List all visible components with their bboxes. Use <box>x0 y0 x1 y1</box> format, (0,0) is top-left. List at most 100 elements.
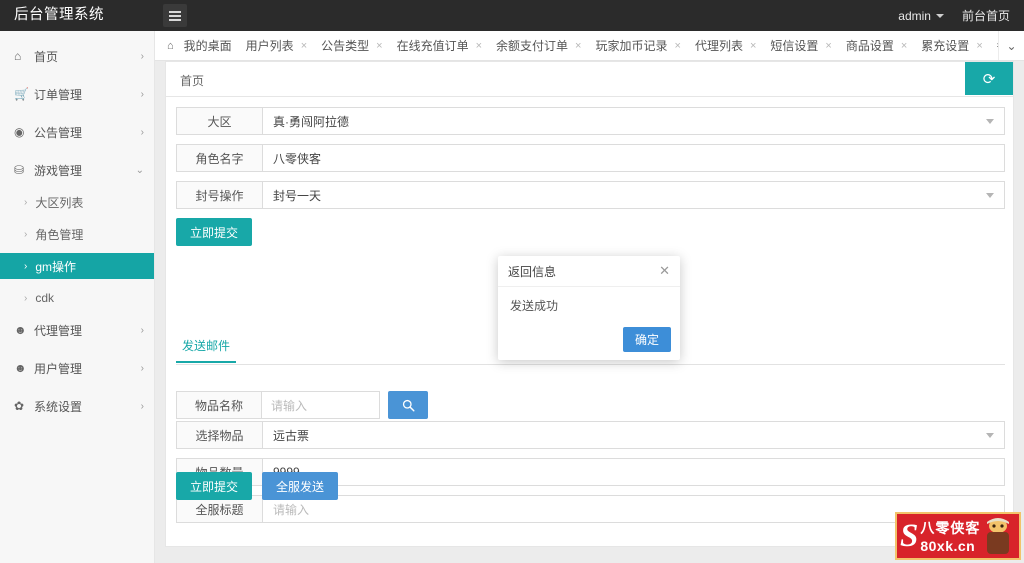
tab-product-settings[interactable]: 商品设置 × <box>839 31 914 60</box>
chevron-right-icon: › <box>140 362 144 374</box>
select-item-select[interactable]: 远古票 <box>263 422 1004 448</box>
tab-sms-settings[interactable]: 短信设置 × <box>763 31 838 60</box>
role-name-input[interactable]: 八零侠客 <box>263 145 1004 171</box>
admin-menu[interactable]: admin <box>890 9 952 23</box>
item-name-input[interactable]: 请输入 <box>262 391 380 419</box>
tab-notice-type[interactable]: 公告类型 × <box>314 31 389 60</box>
tab-label: 代理列表 <box>694 39 743 53</box>
chevron-down-icon <box>935 13 944 18</box>
close-icon[interactable]: × <box>825 40 831 52</box>
tab-send-mail[interactable]: 发送邮件 <box>176 337 237 363</box>
tab-cumulative-recharge-settings[interactable]: 累充设置 × <box>914 31 989 60</box>
tab-balance-payment-order[interactable]: 余额支付订单 × <box>489 31 588 60</box>
breadcrumb: 首页 <box>180 74 205 88</box>
dialog-confirm-button[interactable]: 确定 <box>622 327 671 352</box>
close-icon[interactable]: × <box>301 40 307 52</box>
sidebar-item-label: 订单管理 <box>34 87 83 102</box>
ban-operation-label: 封号操作 <box>177 182 263 208</box>
tab-my-desktop[interactable]: 我的桌面 <box>177 31 239 60</box>
chevron-right-icon: › <box>140 126 144 138</box>
ban-operation-row[interactable]: 封号操作 封号一天 <box>176 181 1005 209</box>
user-icon: ☻ <box>14 323 27 337</box>
chevron-right-icon: › <box>140 88 144 100</box>
dialog-title: 返回信息 <box>508 264 557 279</box>
region-select[interactable]: 真·勇闯阿拉德 <box>263 108 1004 134</box>
sidebar-item-label: 系统设置 <box>34 399 83 414</box>
select-item-value: 远古票 <box>273 428 310 443</box>
tab-scroll-right-button[interactable]: ⌄ <box>998 31 1024 60</box>
tab-user-list[interactable]: 用户列表 × <box>239 31 314 60</box>
select-item-label: 选择物品 <box>177 422 263 448</box>
mascot-icon <box>987 518 1009 554</box>
tab-label: 在线充值订单 <box>396 39 469 53</box>
mail-button-row: 立即提交 全服发送 <box>176 472 339 500</box>
dialog-footer: 确定 <box>622 327 671 352</box>
cart-icon: 🛒 <box>14 87 29 101</box>
close-icon[interactable]: × <box>376 40 382 52</box>
mail-submit-button[interactable]: 立即提交 <box>176 472 253 500</box>
home-icon: ⌂ <box>167 39 174 52</box>
tab-agent-list[interactable]: 代理列表 × <box>688 31 763 60</box>
chevron-right-icon: › <box>140 400 144 412</box>
close-icon[interactable]: × <box>476 40 482 52</box>
item-name-label: 物品名称 <box>176 391 262 419</box>
hamburger-icon[interactable] <box>163 4 187 27</box>
ban-operation-value: 封号一天 <box>273 188 322 203</box>
sidebar-item-user[interactable]: ☻ 用户管理 › <box>0 355 154 381</box>
sidebar-item-system[interactable]: ✿ 系统设置 › <box>0 393 154 419</box>
site-watermark: S 八零侠客 80xk.cn <box>895 512 1021 560</box>
sidebar-item-game[interactable]: ⛁ 游戏管理 ⌄ <box>0 157 154 183</box>
server-title-input[interactable]: 请输入 <box>263 496 1004 522</box>
dialog-message: 发送成功 <box>510 299 559 313</box>
item-count-input[interactable]: 9999 <box>263 459 1004 485</box>
topbar-right: admin 前台首页 <box>890 0 1024 31</box>
sidebar-subitem-role-manage[interactable]: › 角色管理 <box>0 221 154 247</box>
sidebar-item-label: 游戏管理 <box>34 163 83 178</box>
chevron-right-icon: › <box>24 196 28 208</box>
search-icon[interactable] <box>388 391 428 419</box>
gear-icon: ✿ <box>14 399 25 413</box>
role-name-label: 角色名字 <box>177 145 263 171</box>
watermark-line1: 八零侠客 <box>920 520 981 536</box>
sidebar: ⌂ 首页 › 🛒 订单管理 › ◉ 公告管理 › ⛁ 游戏管理 ⌄ › 大区列表… <box>0 31 155 563</box>
tab-label: 商品设置 <box>845 39 894 53</box>
sidebar-subitem-gm[interactable]: › gm操作 <box>0 253 154 279</box>
sidebar-subitem-region-list[interactable]: › 大区列表 <box>0 189 154 215</box>
breadcrumb-bar: 首页 ⟳ <box>165 61 1014 96</box>
select-item-row[interactable]: 选择物品 远古票 <box>176 421 1005 449</box>
admin-label: admin <box>898 8 931 23</box>
watermark-mark: S <box>900 517 919 554</box>
ban-operation-select[interactable]: 封号一天 <box>263 182 1004 208</box>
sidebar-subitem-label: 角色管理 <box>35 227 84 242</box>
sidebar-item-home[interactable]: ⌂ 首页 › <box>0 43 154 69</box>
sidebar-item-notice[interactable]: ◉ 公告管理 › <box>0 119 154 145</box>
app-root: 后台管理系统 admin 前台首页 ⌂ 首页 › 🛒 订单管理 › ◉ 公告管理… <box>0 0 1024 563</box>
sidebar-item-orders[interactable]: 🛒 订单管理 › <box>0 81 154 107</box>
watermark-line2: 80xk.cn <box>920 538 976 554</box>
close-icon[interactable]: × <box>575 40 581 52</box>
home-icon: ⌂ <box>14 49 22 63</box>
sidebar-item-agent[interactable]: ☻ 代理管理 › <box>0 317 154 343</box>
chevron-right-icon: › <box>140 324 144 336</box>
tab-online-recharge-order[interactable]: 在线充值订单 × <box>390 31 489 60</box>
chevron-right-icon: › <box>140 50 144 62</box>
tab-label: 公告类型 <box>321 39 370 53</box>
tab-label: 余额支付订单 <box>496 39 569 53</box>
tab-label: 玩家加币记录 <box>595 39 668 53</box>
region-row[interactable]: 大区 真·勇闯阿拉德 <box>176 107 1005 135</box>
close-icon[interactable]: × <box>750 40 756 52</box>
close-icon[interactable]: × <box>901 40 907 52</box>
send-all-button[interactable]: 全服发送 <box>262 472 339 500</box>
tab-player-coin-record[interactable]: 玩家加币记录 × <box>588 31 687 60</box>
front-page-link[interactable]: 前台首页 <box>952 7 1024 24</box>
ban-submit-button[interactable]: 立即提交 <box>176 218 253 246</box>
dialog-header: 返回信息 ✕ <box>498 256 680 287</box>
sidebar-item-label: 公告管理 <box>34 125 83 140</box>
close-icon[interactable]: × <box>675 40 681 52</box>
tab-label: 我的桌面 <box>183 39 232 53</box>
role-name-row[interactable]: 角色名字 八零侠客 <box>176 144 1005 172</box>
close-icon[interactable]: × <box>976 40 982 52</box>
close-icon[interactable]: ✕ <box>659 263 670 279</box>
refresh-button[interactable]: ⟳ <box>965 62 1013 95</box>
sidebar-subitem-cdk[interactable]: › cdk <box>0 285 154 311</box>
